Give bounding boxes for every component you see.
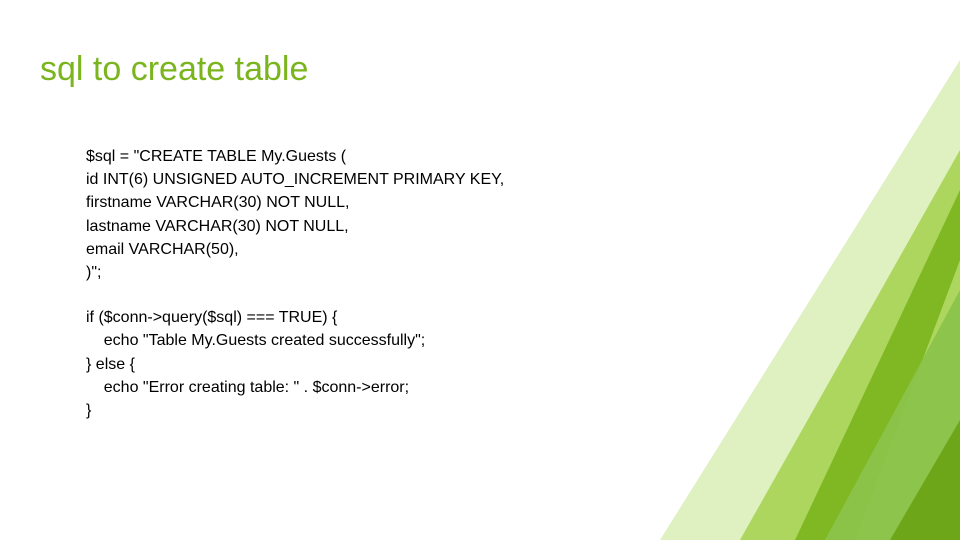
code-line: )"; — [86, 261, 920, 284]
code-line: echo "Error creating table: " . $conn->e… — [86, 376, 920, 399]
code-line: email VARCHAR(50), — [86, 238, 920, 261]
code-line: lastname VARCHAR(30) NOT NULL, — [86, 215, 920, 238]
code-block-sql: $sql = "CREATE TABLE My.Guests ( id INT(… — [86, 145, 920, 422]
code-line: } — [86, 399, 920, 422]
code-line: $sql = "CREATE TABLE My.Guests ( — [86, 145, 920, 168]
code-line: } else { — [86, 353, 920, 376]
code-line: id INT(6) UNSIGNED AUTO_INCREMENT PRIMAR… — [86, 168, 920, 191]
code-line: if ($conn->query($sql) === TRUE) { — [86, 306, 920, 329]
code-line: echo "Table My.Guests created successful… — [86, 329, 920, 352]
slide: sql to create table $sql = "CREATE TABLE… — [0, 0, 960, 540]
slide-title: sql to create table — [40, 50, 920, 89]
code-line: firstname VARCHAR(30) NOT NULL, — [86, 191, 920, 214]
